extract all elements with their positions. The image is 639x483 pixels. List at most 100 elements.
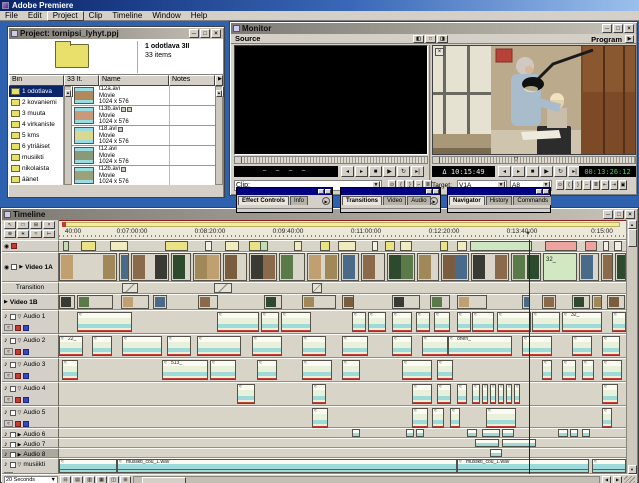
expand-arrow-icon[interactable]: ▶ [18, 442, 22, 448]
timeline-clip[interactable]: ≈ [592, 459, 626, 473]
timeline-clip[interactable]: ≈ [281, 312, 311, 332]
timeline-clip[interactable] [457, 241, 467, 251]
timeline-clip[interactable] [467, 429, 477, 437]
expand-arrow-icon[interactable]: ▶ [18, 452, 22, 458]
timeline-clip[interactable]: ≈ [582, 360, 594, 380]
timeline-clip[interactable]: ≈ [506, 384, 512, 404]
timeline-clip[interactable]: ≈ [210, 360, 236, 380]
timeline-clip[interactable]: ≈ [542, 360, 552, 380]
scrollbar-thumb[interactable] [142, 477, 186, 483]
timeline-clip[interactable] [121, 295, 149, 309]
eye-icon[interactable]: ◉ [4, 264, 9, 271]
timeline-clip[interactable]: ≈musiikti_cou_1.wav [117, 459, 457, 473]
timeline-clip[interactable] [582, 429, 590, 437]
timeline-clip[interactable]: ≈ [602, 408, 612, 428]
timeline-clip[interactable]: ≈ [434, 312, 450, 332]
timeline-clip[interactable] [312, 283, 322, 293]
volume-rubberband-icon[interactable] [15, 349, 21, 355]
timeline-clip[interactable] [614, 241, 622, 251]
timeline-clip[interactable]: ≈ [59, 459, 117, 473]
timeline-clip[interactable]: ≈ [457, 312, 471, 332]
timeline-clip[interactable] [502, 429, 514, 437]
frame-back-button[interactable]: ◂ [341, 166, 354, 177]
waveform-icon[interactable]: ≈ [4, 396, 13, 403]
source-tab[interactable]: Source [231, 34, 264, 43]
close-icon[interactable] [543, 189, 549, 194]
timeline-vertical-scrollbar[interactable]: ▲ ▼ [626, 220, 637, 474]
timeline-clip[interactable] [400, 241, 412, 251]
close-icon[interactable] [433, 189, 439, 194]
timeline-clip[interactable]: ≈ [457, 384, 467, 404]
timeline-clip[interactable]: ≈ [497, 312, 531, 332]
source-jog-tread[interactable]: ‒ ‒ ‒ ‒ [234, 166, 338, 177]
track-header-audio-3[interactable]: ♪▽Audio 3≈ [2, 358, 59, 382]
item-list-scrollbar[interactable]: ▲ [215, 86, 223, 185]
bin-row[interactable]: 4 virkaniste [9, 119, 63, 130]
scroll-up-icon[interactable]: ▲ [628, 220, 637, 229]
timeline-clip[interactable]: ≈32_ [562, 312, 602, 332]
edge-view-button[interactable]: ▥ [84, 476, 95, 483]
palette-menu-arrow[interactable]: ▶ [430, 197, 438, 205]
timeline-clip[interactable]: ≈ [167, 336, 191, 356]
maximize-button[interactable]: □ [200, 29, 210, 38]
menu-edit[interactable]: Edit [23, 11, 47, 21]
menu-window[interactable]: Window [147, 11, 185, 21]
timeline-clip[interactable]: ≈ [402, 360, 432, 380]
bin-row[interactable]: 3 muuta [9, 108, 63, 119]
timeline-clip[interactable]: ≈ [392, 312, 412, 332]
timeline-clip[interactable] [471, 253, 509, 281]
timeline-clip[interactable] [59, 253, 117, 281]
timeline-clip[interactable]: ≈ [342, 336, 368, 356]
expand-arrow-icon[interactable]: ▽ [18, 314, 22, 320]
speaker-icon[interactable]: ♪ [4, 451, 8, 458]
hand-tool-button[interactable]: ∗ [17, 230, 29, 238]
lock-checkbox[interactable] [10, 386, 16, 392]
timeline-clip[interactable] [603, 241, 609, 251]
timeline-clip[interactable]: ≈ [197, 336, 241, 356]
timeline-clip[interactable]: ≈ [252, 336, 282, 356]
timeline-clip[interactable]: ≈513_ [162, 360, 208, 380]
column-more-arrow[interactable]: ▶ [215, 75, 223, 86]
timeline-clip[interactable]: ≈ [450, 408, 460, 428]
timeline-clip[interactable] [342, 295, 354, 309]
menu-timeline[interactable]: Timeline [107, 11, 147, 21]
speaker-icon[interactable]: ♪ [4, 361, 8, 368]
track-header-video-2[interactable]: ◉ [2, 240, 59, 252]
monitor-title-bar[interactable]: Monitor ─□× [231, 23, 636, 34]
timeline-clip[interactable] [607, 295, 625, 309]
sync-mode-button[interactable]: ◫ [108, 476, 119, 483]
palette-tab-history[interactable]: History [486, 196, 513, 205]
timeline-clip[interactable] [570, 429, 578, 437]
menu-clip[interactable]: Clip [84, 11, 108, 21]
timeline-clip[interactable] [352, 429, 360, 437]
timeline-clip[interactable]: ≈ [261, 312, 279, 332]
timeline-clip[interactable]: ≈ [562, 360, 576, 380]
project-title-bar[interactable]: Project: tornipsi_lyhyt.ppj ─□× [9, 28, 223, 39]
palette-title-bar[interactable] [237, 188, 332, 195]
track-header-audio-2[interactable]: ♪▽Audio 2≈ [2, 334, 59, 358]
edit-line[interactable] [529, 240, 530, 474]
palette-title-bar[interactable] [341, 188, 440, 195]
timeline-clip[interactable] [81, 241, 96, 251]
program-position-marker[interactable]: ▽ [514, 156, 519, 163]
lock-checkbox[interactable] [10, 452, 16, 458]
waveform-icon[interactable]: ≈ [4, 324, 13, 331]
timeline-clip[interactable]: ≈ [472, 384, 480, 404]
timeline-clip[interactable]: ≈ [572, 336, 592, 356]
column-items[interactable]: 33 It. [64, 75, 99, 86]
timeline-clips-area[interactable]: 32_≈≈≈≈≈≈≈≈≈≈≈≈≈≈32_≈≈22_≈≈≈≈≈≈≈≈≈≈onen_… [59, 209, 626, 474]
timeline-clip[interactable]: ≈ [302, 360, 332, 380]
timeline-clip[interactable] [110, 241, 128, 251]
column-bin[interactable]: Bin [9, 75, 64, 86]
project-item-row[interactable]: t12b.aviMovie1024 x 576 [72, 166, 215, 185]
timeline-clip[interactable]: ≈ [217, 312, 259, 332]
timeline-clip[interactable]: ≈ [302, 336, 326, 356]
timeline-clip[interactable] [302, 295, 336, 309]
timeline-clip[interactable] [307, 253, 339, 281]
timeline-clip[interactable] [592, 295, 602, 309]
track-header-audio-4[interactable]: ♪▽Audio 4≈ [2, 382, 59, 406]
palette-tab-effect-controls[interactable]: Effect Controls [238, 196, 289, 205]
timeline-clip[interactable] [572, 295, 590, 309]
timeline-clip[interactable] [260, 241, 268, 251]
play-in-out-button[interactable]: ▸| [411, 166, 424, 177]
